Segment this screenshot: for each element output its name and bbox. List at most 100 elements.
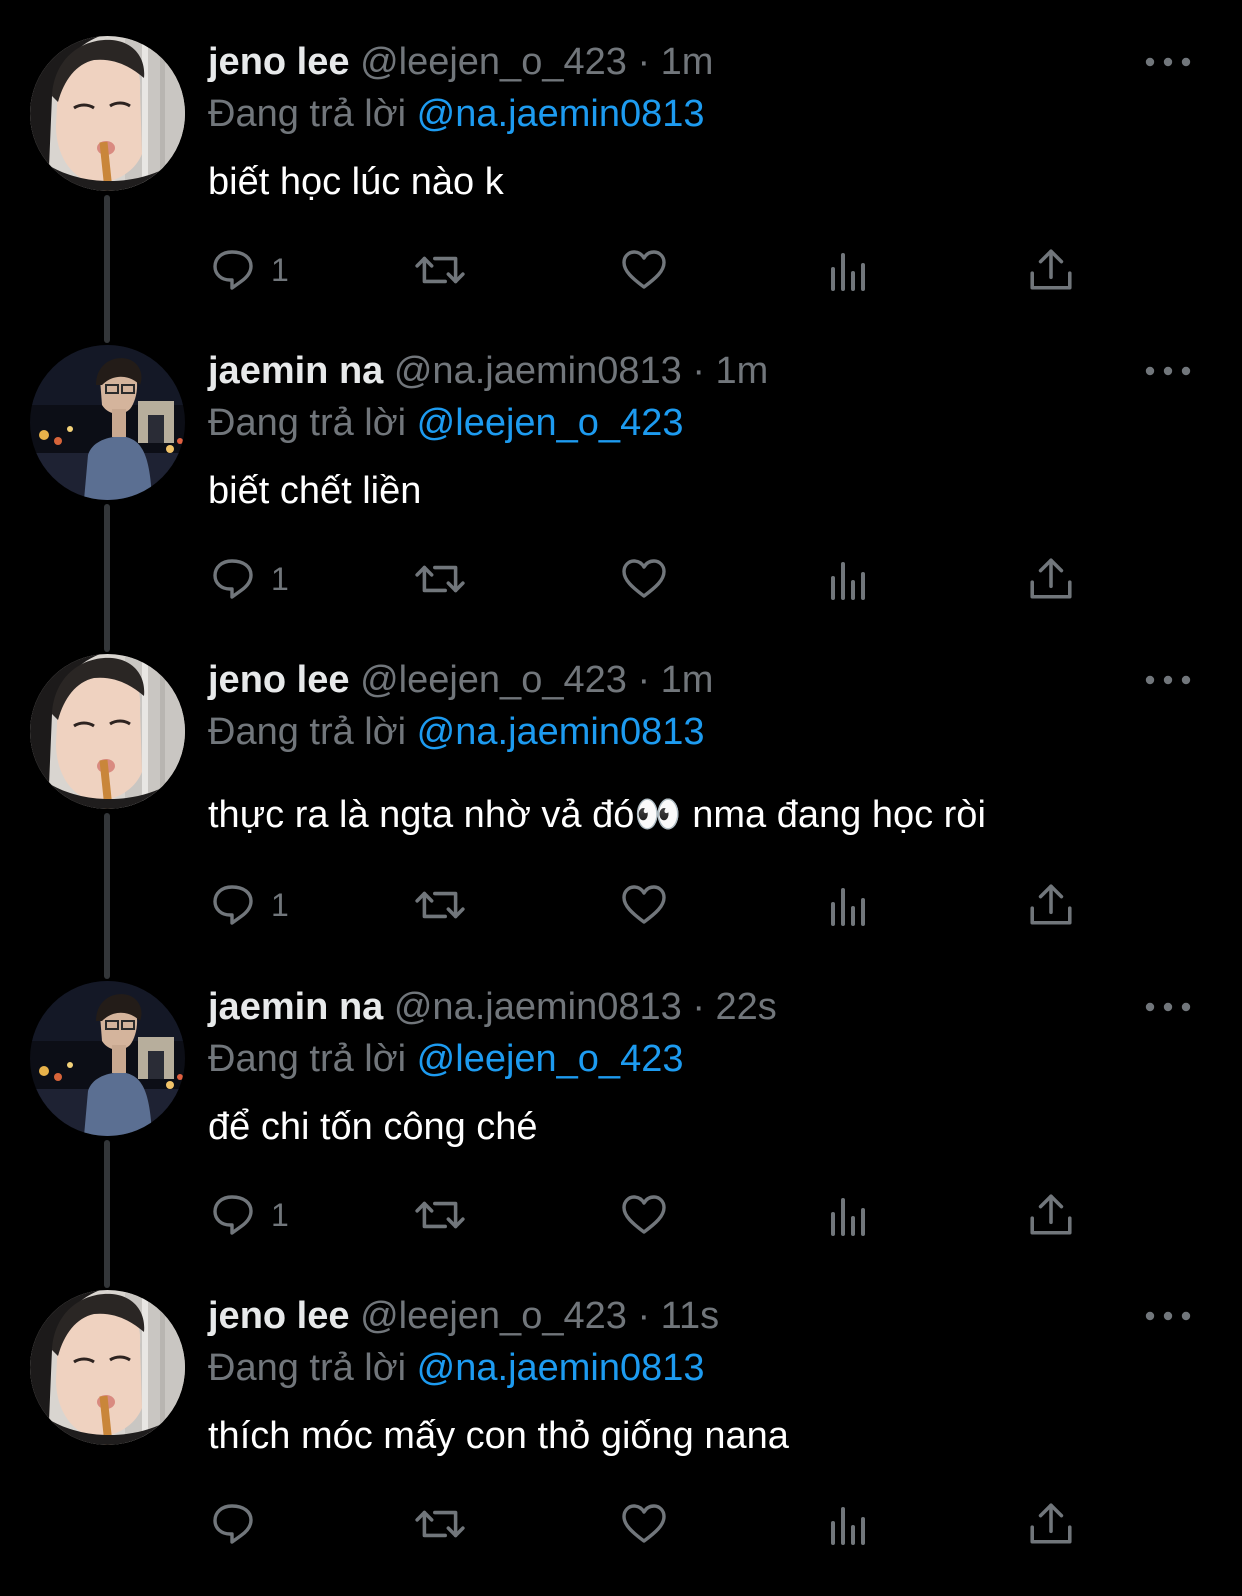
retweet-button[interactable] xyxy=(414,1499,466,1549)
share-button[interactable] xyxy=(1028,880,1074,930)
like-button[interactable] xyxy=(620,245,668,295)
reply-button[interactable]: 1 xyxy=(211,245,289,295)
views-button[interactable] xyxy=(826,245,870,295)
tweet[interactable]: jeno lee @leejen_o_423 · 1m Đang trả lời… xyxy=(0,650,1242,960)
retweet-icon xyxy=(415,1510,465,1538)
reply-bubble-icon xyxy=(213,1504,253,1544)
retweet-button[interactable] xyxy=(414,245,466,295)
replying-to-label: Đang trả lời xyxy=(208,93,407,135)
views-button[interactable] xyxy=(826,1190,870,1240)
separator-dot: · xyxy=(637,659,651,701)
mention-link[interactable]: @leejen_o_423 xyxy=(417,402,684,444)
mention-link[interactable]: @na.jaemin0813 xyxy=(417,711,705,753)
tweet-text: thực ra là ngta nhờ vả đó👀 nma đang học … xyxy=(208,794,986,836)
user-handle[interactable]: @na.jaemin0813 xyxy=(394,350,682,392)
avatar[interactable] xyxy=(30,654,185,809)
more-options-icon[interactable] xyxy=(1140,50,1196,74)
tweet-actions xyxy=(0,1499,1242,1549)
display-name[interactable]: jeno lee xyxy=(208,1295,350,1337)
user-handle[interactable]: @leejen_o_423 xyxy=(360,1295,627,1337)
heart-icon xyxy=(622,885,666,924)
share-upload-icon xyxy=(1030,1194,1072,1235)
reply-count: 1 xyxy=(271,886,289,923)
mention-link[interactable]: @na.jaemin0813 xyxy=(417,93,705,135)
user-handle[interactable]: @leejen_o_423 xyxy=(360,659,627,701)
timestamp[interactable]: 22s xyxy=(716,986,777,1028)
tweet-actions: 1 xyxy=(0,880,1242,930)
more-options-icon[interactable] xyxy=(1140,668,1196,692)
avatar[interactable] xyxy=(30,1290,185,1445)
user-handle[interactable]: @na.jaemin0813 xyxy=(394,986,682,1028)
reply-bubble-icon xyxy=(213,1195,253,1235)
more-options-icon[interactable] xyxy=(1140,995,1196,1019)
tweet-actions: 1 xyxy=(0,1190,1242,1240)
share-button[interactable] xyxy=(1028,554,1074,604)
tweet[interactable]: jeno lee @leejen_o_423 · 11s Đang trả lờ… xyxy=(0,1286,1242,1596)
heart-icon xyxy=(622,1195,666,1234)
tweet-text: biết chết liền xyxy=(208,470,422,512)
tweet-text: biết học lúc nào k xyxy=(208,161,504,203)
share-button[interactable] xyxy=(1028,245,1074,295)
more-options-icon[interactable] xyxy=(1140,1304,1196,1328)
heart-icon xyxy=(622,1504,666,1543)
tweet-header: jaemin na @na.jaemin0813 · 22s xyxy=(208,983,777,1031)
reply-bubble-icon xyxy=(213,885,253,925)
reply-count: 1 xyxy=(271,560,289,597)
views-bar-icon xyxy=(831,888,865,926)
tweet-actions: 1 xyxy=(0,554,1242,604)
mention-link[interactable]: @na.jaemin0813 xyxy=(417,1347,705,1389)
like-button[interactable] xyxy=(620,554,668,604)
share-upload-icon xyxy=(1030,1503,1072,1544)
timestamp[interactable]: 1m xyxy=(661,659,714,701)
replying-to: Đang trả lời @leejen_o_423 xyxy=(208,1035,683,1083)
like-button[interactable] xyxy=(620,1190,668,1240)
avatar[interactable] xyxy=(30,345,185,500)
views-bar-icon xyxy=(831,253,865,291)
reply-button[interactable]: 1 xyxy=(211,1190,289,1240)
replying-to-label: Đang trả lời xyxy=(208,711,407,753)
tweet-header: jeno lee @leejen_o_423 · 11s xyxy=(208,1292,719,1340)
retweet-button[interactable] xyxy=(414,880,466,930)
views-button[interactable] xyxy=(826,1499,870,1549)
reply-count: 1 xyxy=(271,251,289,288)
tweet[interactable]: jaemin na @na.jaemin0813 · 1m Đang trả l… xyxy=(0,341,1242,651)
reply-button[interactable]: 1 xyxy=(211,554,289,604)
reply-button[interactable]: 1 xyxy=(211,880,289,930)
display-name[interactable]: jaemin na xyxy=(208,986,383,1028)
retweet-button[interactable] xyxy=(414,1190,466,1240)
tweet-header: jeno lee @leejen_o_423 · 1m xyxy=(208,656,713,704)
more-options-icon[interactable] xyxy=(1140,359,1196,383)
mention-link[interactable]: @leejen_o_423 xyxy=(417,1038,684,1080)
share-upload-icon xyxy=(1030,558,1072,599)
share-button[interactable] xyxy=(1028,1190,1074,1240)
display-name[interactable]: jeno lee xyxy=(208,659,350,701)
display-name[interactable]: jaemin na xyxy=(208,350,383,392)
views-button[interactable] xyxy=(826,554,870,604)
reply-button[interactable] xyxy=(211,1499,271,1549)
reply-bubble-icon xyxy=(213,559,253,599)
timestamp[interactable]: 11s xyxy=(661,1295,719,1337)
tweet[interactable]: jeno lee @leejen_o_423 · 1m Đang trả lời… xyxy=(0,32,1242,342)
views-bar-icon xyxy=(831,562,865,600)
display-name[interactable]: jeno lee xyxy=(208,41,350,83)
share-button[interactable] xyxy=(1028,1499,1074,1549)
views-bar-icon xyxy=(831,1507,865,1545)
avatar[interactable] xyxy=(30,981,185,1136)
heart-icon xyxy=(622,559,666,598)
like-button[interactable] xyxy=(620,880,668,930)
timestamp[interactable]: 1m xyxy=(661,41,714,83)
tweet-header: jeno lee @leejen_o_423 · 1m xyxy=(208,38,713,86)
replying-to-label: Đang trả lời xyxy=(208,1347,407,1389)
like-button[interactable] xyxy=(620,1499,668,1549)
retweet-button[interactable] xyxy=(414,554,466,604)
views-button[interactable] xyxy=(826,880,870,930)
retweet-icon xyxy=(415,1201,465,1229)
tweet-thread: jeno lee @leejen_o_423 · 1m Đang trả lời… xyxy=(0,0,1242,1582)
timestamp[interactable]: 1m xyxy=(716,350,769,392)
reply-bubble-icon xyxy=(213,250,253,290)
replying-to-label: Đang trả lời xyxy=(208,1038,407,1080)
user-handle[interactable]: @leejen_o_423 xyxy=(360,41,627,83)
reply-count: 1 xyxy=(271,1196,289,1233)
avatar[interactable] xyxy=(30,36,185,191)
tweet[interactable]: jaemin na @na.jaemin0813 · 22s Đang trả … xyxy=(0,977,1242,1287)
